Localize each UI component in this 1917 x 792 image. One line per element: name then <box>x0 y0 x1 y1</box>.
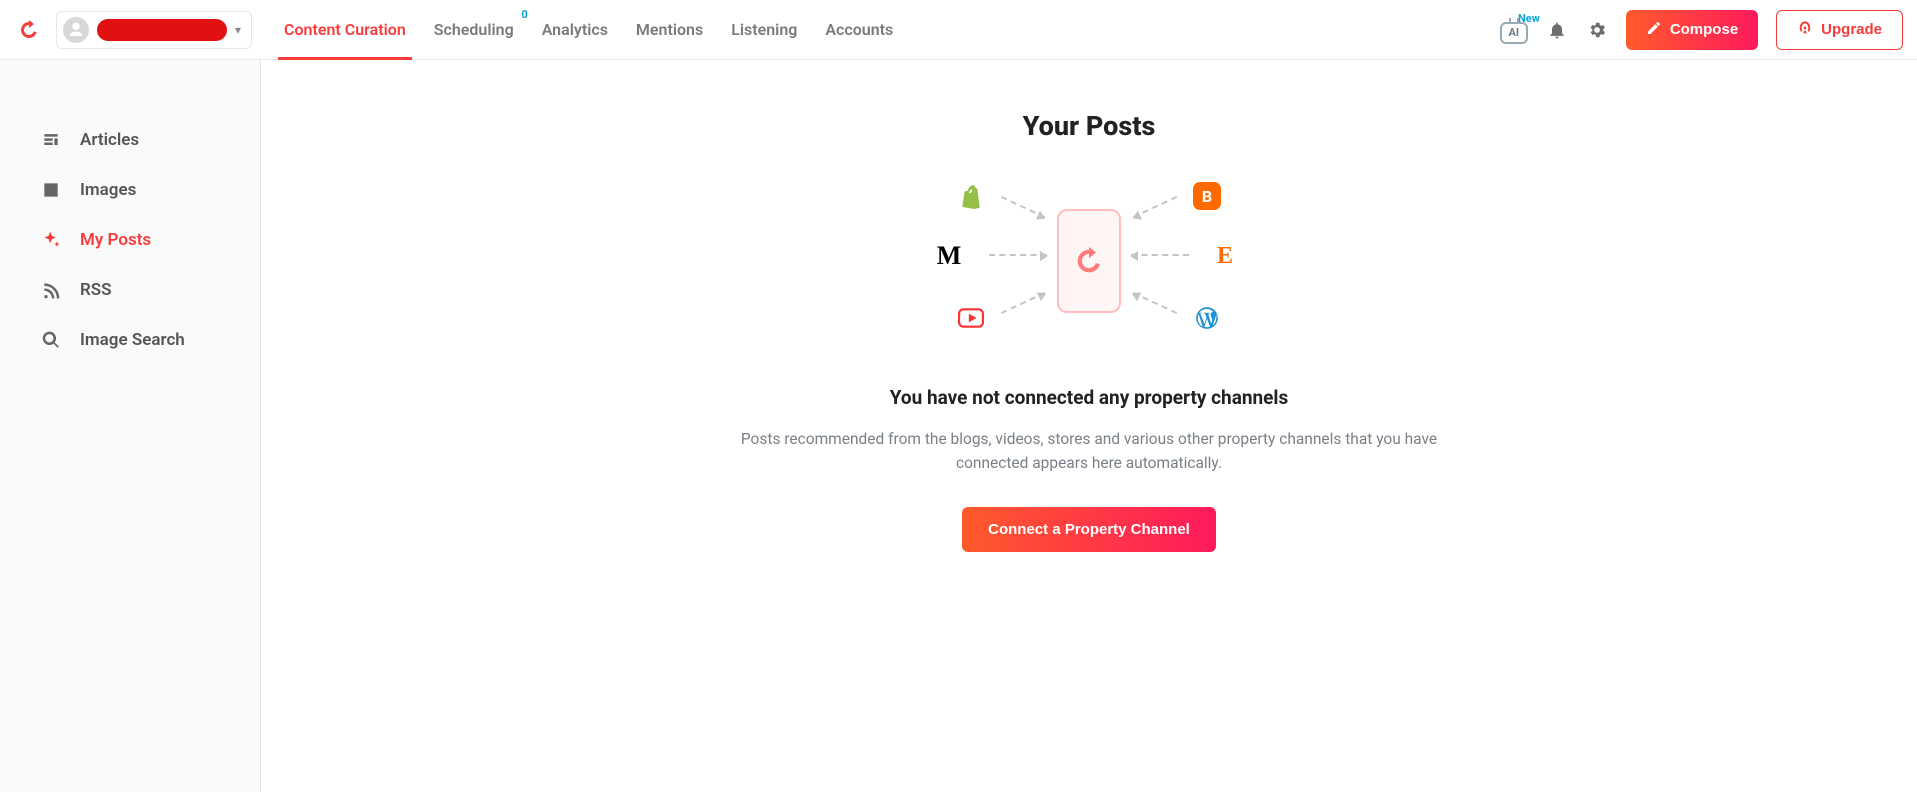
app-logo-icon[interactable] <box>14 15 44 45</box>
tab-content-curation[interactable]: Content Curation <box>270 0 420 59</box>
connect-label: Connect a Property Channel <box>988 521 1190 538</box>
images-icon <box>40 179 62 201</box>
sidebar-item-images[interactable]: Images <box>0 165 260 215</box>
sidebar-item-label: Images <box>80 180 136 200</box>
empty-heading: You have not connected any property chan… <box>739 386 1439 409</box>
empty-subtext: Posts recommended from the blogs, videos… <box>739 427 1439 475</box>
sidebar-item-label: Image Search <box>80 330 185 350</box>
sidebar-item-label: RSS <box>80 280 112 300</box>
sidebar-item-image-search[interactable]: Image Search <box>0 315 260 365</box>
page-title: Your Posts <box>739 110 1439 142</box>
ai-icon: AI <box>1500 22 1528 44</box>
tab-label: Scheduling <box>434 20 514 39</box>
arrow-icon <box>1131 254 1189 256</box>
compose-label: Compose <box>1670 21 1738 38</box>
rocket-icon <box>1797 20 1813 40</box>
empty-state: Your Posts M B E <box>739 110 1439 552</box>
articles-icon <box>40 129 62 151</box>
sidebar-item-rss[interactable]: RSS <box>0 265 260 315</box>
top-right-actions: New AI Compose Upgrade <box>1500 10 1903 50</box>
app-card-icon <box>1057 209 1121 313</box>
sidebar-item-my-posts[interactable]: My Posts <box>0 215 260 265</box>
sparkles-icon <box>40 229 62 251</box>
chevron-down-icon: ▾ <box>235 23 241 37</box>
upgrade-button[interactable]: Upgrade <box>1776 10 1903 50</box>
sidebar-item-articles[interactable]: Articles <box>0 115 260 165</box>
sidebar-item-label: Articles <box>80 130 139 150</box>
tab-label: Accounts <box>825 20 893 39</box>
arrow-icon <box>1133 292 1177 314</box>
tab-label: Analytics <box>542 20 608 39</box>
tab-label: Mentions <box>636 20 703 39</box>
connect-property-button[interactable]: Connect a Property Channel <box>962 507 1216 552</box>
image-search-icon <box>40 329 62 351</box>
rss-icon <box>40 279 62 301</box>
etsy-icon: E <box>1211 242 1239 270</box>
top-bar: ▾ Content Curation Scheduling 0 Analytic… <box>0 0 1917 60</box>
layout: Articles Images My Posts RSS Image Searc… <box>0 60 1917 792</box>
youtube-icon <box>957 304 985 332</box>
workspace-name <box>97 19 227 41</box>
upgrade-label: Upgrade <box>1821 21 1882 38</box>
tab-scheduling[interactable]: Scheduling 0 <box>420 0 528 59</box>
tab-listening[interactable]: Listening <box>717 0 811 59</box>
gear-icon[interactable] <box>1586 19 1608 41</box>
tab-analytics[interactable]: Analytics <box>528 0 622 59</box>
workspace-dropdown[interactable]: ▾ <box>56 11 252 49</box>
main-content: Your Posts M B E <box>261 60 1917 792</box>
ai-button[interactable]: New AI <box>1500 16 1528 44</box>
compose-button[interactable]: Compose <box>1626 10 1758 50</box>
channels-diagram: M B E <box>919 176 1259 346</box>
wordpress-icon <box>1193 304 1221 332</box>
avatar-icon <box>63 17 89 43</box>
blogger-icon: B <box>1193 182 1221 210</box>
top-nav: Content Curation Scheduling 0 Analytics … <box>270 0 907 59</box>
sidebar-item-label: My Posts <box>80 230 151 250</box>
arrow-icon <box>1133 196 1177 218</box>
bell-icon[interactable] <box>1546 19 1568 41</box>
arrow-icon <box>1001 196 1045 218</box>
compose-icon <box>1646 20 1662 40</box>
medium-icon: M <box>935 242 963 270</box>
tab-label: Listening <box>731 20 797 39</box>
sidebar: Articles Images My Posts RSS Image Searc… <box>0 60 261 792</box>
arrow-icon <box>1001 292 1045 314</box>
arrow-icon <box>989 254 1047 256</box>
tab-mentions[interactable]: Mentions <box>622 0 717 59</box>
tab-label: Content Curation <box>284 20 406 39</box>
shopify-icon <box>957 182 985 210</box>
tab-accounts[interactable]: Accounts <box>811 0 907 59</box>
